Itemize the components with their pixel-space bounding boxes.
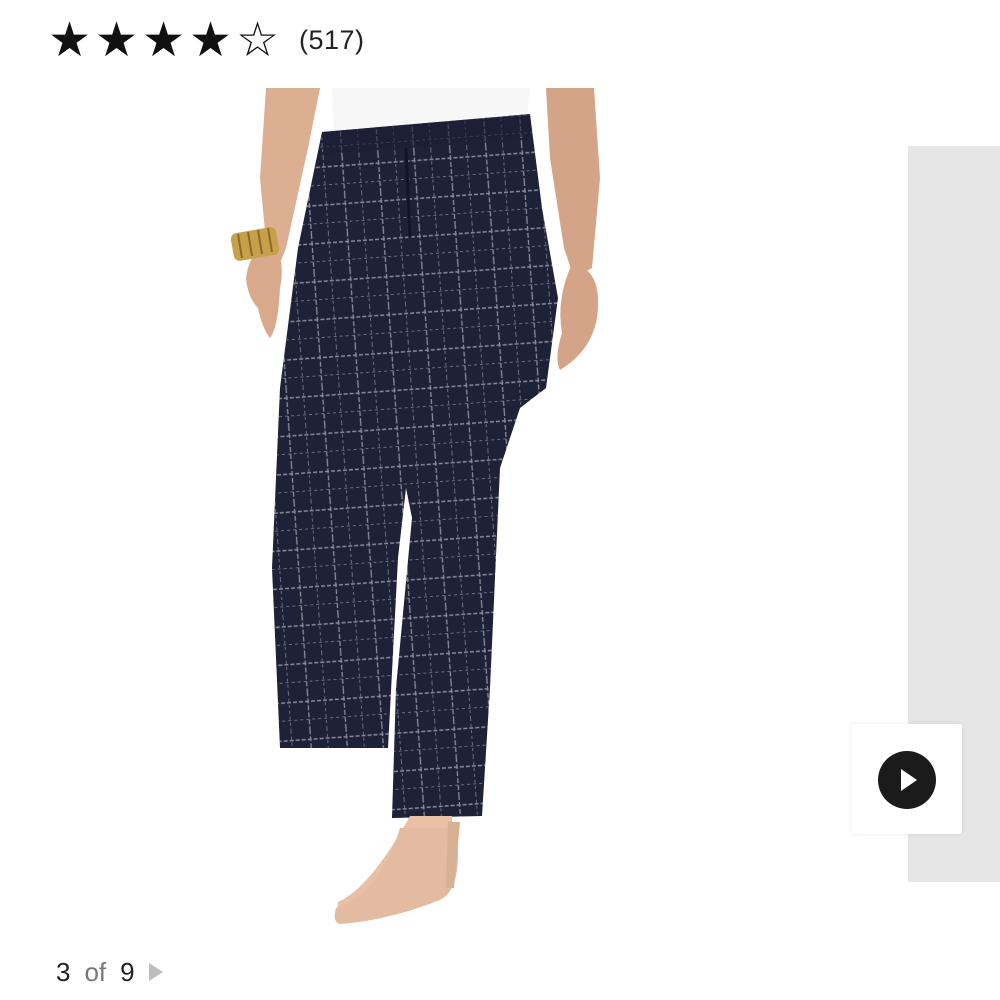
product-rating[interactable]: ★ ★ ★ ★ ☆ (517) bbox=[46, 14, 365, 66]
play-button[interactable] bbox=[878, 751, 936, 809]
play-icon bbox=[901, 769, 917, 791]
chevron-right-icon[interactable] bbox=[148, 963, 163, 981]
star-empty-icon: ☆ bbox=[235, 12, 280, 68]
product-image[interactable] bbox=[220, 88, 620, 936]
product-photo bbox=[230, 88, 600, 924]
pager-total: 9 bbox=[120, 956, 135, 987]
star-filled-icon: ★ bbox=[47, 12, 92, 68]
pager-of-label: of bbox=[84, 956, 107, 987]
star-filled-icon: ★ bbox=[188, 12, 233, 68]
video-thumbnail[interactable] bbox=[852, 724, 962, 834]
pager-current: 3 bbox=[56, 956, 71, 987]
review-count[interactable]: (517) bbox=[299, 25, 365, 56]
star-filled-icon: ★ bbox=[141, 12, 186, 68]
star-filled-icon: ★ bbox=[94, 12, 139, 68]
rating-stars: ★ ★ ★ ★ ☆ bbox=[46, 16, 281, 64]
image-pager: 3 of 9 bbox=[56, 952, 163, 992]
